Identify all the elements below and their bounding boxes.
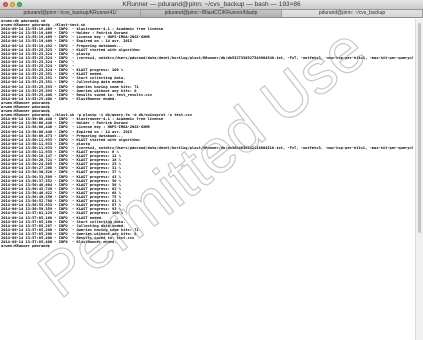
tab-cvs-backup[interactable]: pdurand@pinn: ~/cvs_backup <box>282 10 423 17</box>
window-title: KRunner — pdurand@pinn: ~/cvs_backup — b… <box>122 1 301 8</box>
tab-blastp[interactable]: pdurand@pinn:~/BlastCC/KRunner/blastp <box>141 10 282 17</box>
scrollbar-thumb[interactable] <box>418 23 421 233</box>
title-bar[interactable]: KRunner — pdurand@pinn: ~/cvs_backup — b… <box>0 0 423 10</box>
terminal-window: KRunner — pdurand@pinn: ~/cvs_backup — b… <box>0 0 423 340</box>
tab-bar: pdurand@pinn:~/cvs_backup/KRunner41/ pdu… <box>0 10 423 18</box>
terminal-line: arwen:KRunner pdurand$ <box>1 244 50 249</box>
tab-krunner41[interactable]: pdurand@pinn:~/cvs_backup/KRunner41/ <box>0 10 141 17</box>
terminal-output[interactable]: arwen:db pdurand$ cd arwen:KRunner pduran… <box>1 19 413 337</box>
vertical-scrollbar[interactable] <box>415 19 423 340</box>
